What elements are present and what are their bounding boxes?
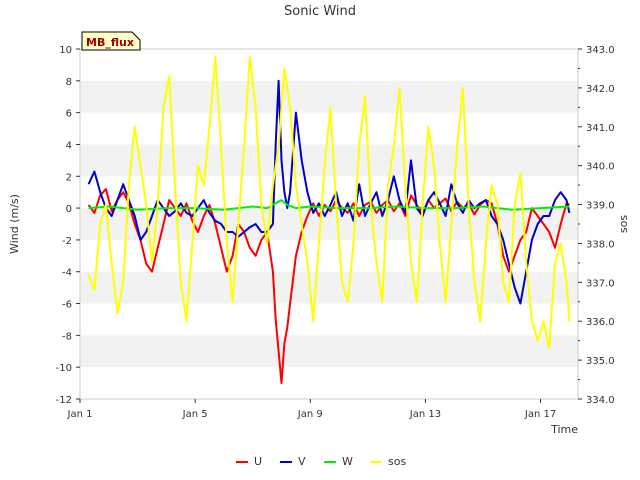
- y-tick-label: 8: [66, 77, 72, 88]
- sonic-wind-chart: 10 8 6 4 2 0 -2 -4 -6 -8 -10 -12 343.0 342.0 341.0 340…: [8, 4, 630, 468]
- x-tick-label: Jan 5: [182, 409, 208, 420]
- y2-tick-label: 342.0: [586, 84, 615, 95]
- y2-tick-label: 341.0: [586, 123, 615, 134]
- y2-tick-label: 338.0: [586, 239, 615, 250]
- left-axis-ticks: 10 8 6 4 2 0 -2 -4 -6 -8 -10 -12: [56, 45, 80, 406]
- x-tick-label: Jan 13: [409, 409, 441, 420]
- x-tick-label: Jan 17: [524, 409, 556, 420]
- legend-label-W: W: [342, 455, 353, 468]
- x-axis-ticks: Jan 1 Jan 5 Jan 9 Jan 13 Jan 17: [67, 399, 556, 420]
- y-tick-label: -2: [62, 236, 72, 247]
- y2-tick-label: 337.0: [586, 278, 615, 289]
- y-tick-label: 0: [66, 204, 72, 215]
- y-tick-label: -6: [62, 300, 72, 311]
- y-tick-label: 6: [66, 109, 72, 120]
- y-tick-label: -10: [56, 363, 72, 374]
- y-tick-label: 4: [66, 140, 72, 151]
- y-axis-label-right: sos: [617, 215, 630, 233]
- x-axis-label: Time: [550, 423, 578, 436]
- y-tick-label: -12: [56, 395, 72, 406]
- y-tick-label: 10: [59, 45, 72, 56]
- y2-tick-label: 340.0: [586, 162, 615, 173]
- y-tick-label: -4: [62, 268, 72, 279]
- legend-label-V: V: [298, 455, 306, 468]
- site-label: MB_flux: [86, 36, 134, 49]
- x-tick-label: Jan 1: [67, 409, 93, 420]
- y-axis-label-left: Wind (m/s): [8, 194, 21, 254]
- grid-band: [80, 144, 578, 177]
- right-axis-ticks: 343.0 342.0 341.0 340.0 339.0 338.0 337.0 336.0…: [578, 45, 615, 406]
- y2-tick-label: 343.0: [586, 45, 615, 56]
- y2-tick-label: 339.0: [586, 201, 615, 212]
- grid-band: [80, 335, 578, 368]
- legend: U V Wsos: [236, 455, 406, 468]
- y-tick-label: -8: [62, 331, 72, 342]
- x-tick-label: Jan 9: [297, 409, 323, 420]
- legend-label-U: U: [254, 455, 262, 468]
- chart-title: Sonic Wind: [284, 4, 356, 19]
- y-tick-label: 2: [66, 172, 72, 183]
- y2-tick-label: 336.0: [586, 317, 615, 328]
- legend-label-sos: sos: [388, 455, 406, 468]
- y2-tick-label: 334.0: [586, 395, 615, 406]
- site-label-box: MB_flux: [81, 31, 141, 51]
- grid-band: [80, 80, 578, 113]
- y2-tick-label: 335.0: [586, 356, 615, 367]
